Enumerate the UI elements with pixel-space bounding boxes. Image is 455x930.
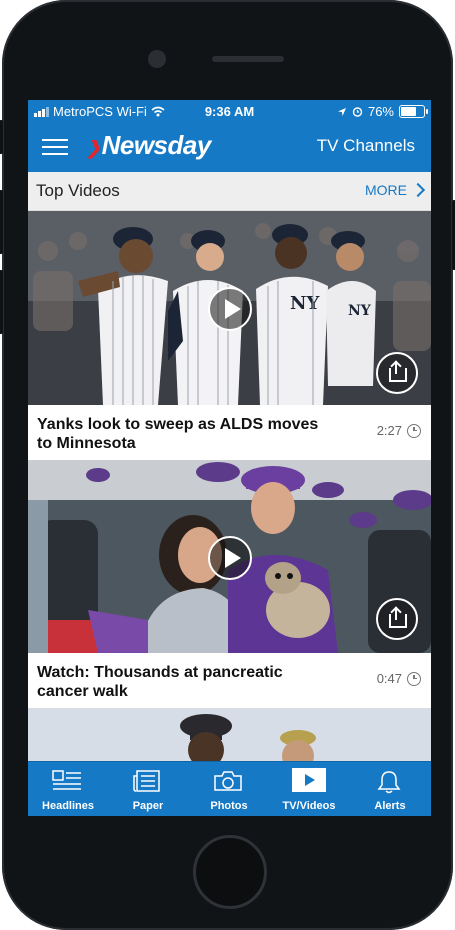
video-caption-1[interactable]: Yanks look to sweep as ALDS moves to Min…	[28, 405, 431, 460]
app-screen: MetroPCS Wi-Fi 9:36 AM 76% ❯Newsday TV C…	[28, 100, 431, 816]
video-thumbnail-3[interactable]	[28, 708, 431, 768]
video-duration: 2:27	[377, 423, 421, 438]
video-thumbnail-2[interactable]	[28, 460, 431, 653]
clock-icon	[407, 671, 421, 686]
tab-photos[interactable]: Photos	[189, 762, 269, 816]
battery-percent: 76%	[367, 104, 394, 119]
logo-swoosh-icon: ❯	[86, 138, 101, 158]
bottom-tab-bar: Headlines Paper Photos TV/Videos Alerts	[28, 761, 431, 816]
app-header: ❯Newsday TV Channels	[28, 122, 431, 172]
section-header: Top Videos MORE	[28, 172, 431, 211]
location-arrow-icon	[337, 107, 346, 116]
svg-text:NY: NY	[348, 303, 372, 319]
tv-channels-link[interactable]: TV Channels	[317, 136, 415, 156]
tab-label: Paper	[132, 800, 164, 812]
tab-paper[interactable]: Paper	[108, 762, 188, 816]
camera-icon	[214, 771, 242, 791]
play-button-icon[interactable]	[208, 536, 252, 580]
tab-alerts[interactable]: Alerts	[350, 762, 430, 816]
tab-label: Alerts	[374, 800, 406, 812]
front-camera	[148, 50, 166, 68]
paper-icon	[133, 770, 160, 792]
alarm-icon	[352, 107, 363, 117]
chevron-right-icon	[410, 182, 426, 198]
mute-switch	[0, 120, 3, 154]
volume-down-button	[0, 270, 3, 334]
svg-text:NY: NY	[290, 293, 320, 314]
tab-label: TV/Videos	[282, 800, 336, 812]
video-duration: 0:47	[377, 671, 421, 686]
video-thumbnail-1[interactable]: NY NY	[28, 211, 431, 405]
earpiece-speaker	[212, 56, 284, 62]
bell-icon	[377, 771, 401, 794]
tab-label: Photos	[210, 800, 248, 812]
tab-headlines[interactable]: Headlines	[28, 762, 108, 816]
tab-label: Headlines	[42, 800, 94, 812]
play-button-icon[interactable]	[208, 287, 252, 331]
share-icon[interactable]	[376, 598, 418, 640]
status-bar: MetroPCS Wi-Fi 9:36 AM 76%	[28, 100, 431, 122]
share-icon[interactable]	[376, 352, 418, 394]
video-title[interactable]: Yanks look to sweep as ALDS moves to Min…	[37, 415, 337, 453]
video-caption-2[interactable]: Watch: Thousands at pancreatic cancer wa…	[28, 653, 431, 708]
more-link[interactable]: MORE	[365, 182, 426, 198]
partial-video-image	[28, 708, 431, 768]
menu-icon[interactable]	[42, 137, 68, 157]
video-title[interactable]: Watch: Thousands at pancreatic cancer wa…	[37, 663, 337, 701]
section-title: Top Videos	[36, 181, 120, 200]
newsday-logo[interactable]: ❯Newsday	[86, 130, 211, 161]
tab-tv-videos[interactable]: TV/Videos	[269, 762, 349, 816]
battery-icon	[399, 105, 428, 118]
home-button[interactable]	[193, 835, 267, 909]
volume-up-button	[0, 190, 3, 254]
clock-icon	[407, 423, 421, 438]
play-icon	[292, 768, 326, 792]
headlines-icon	[52, 770, 81, 790]
